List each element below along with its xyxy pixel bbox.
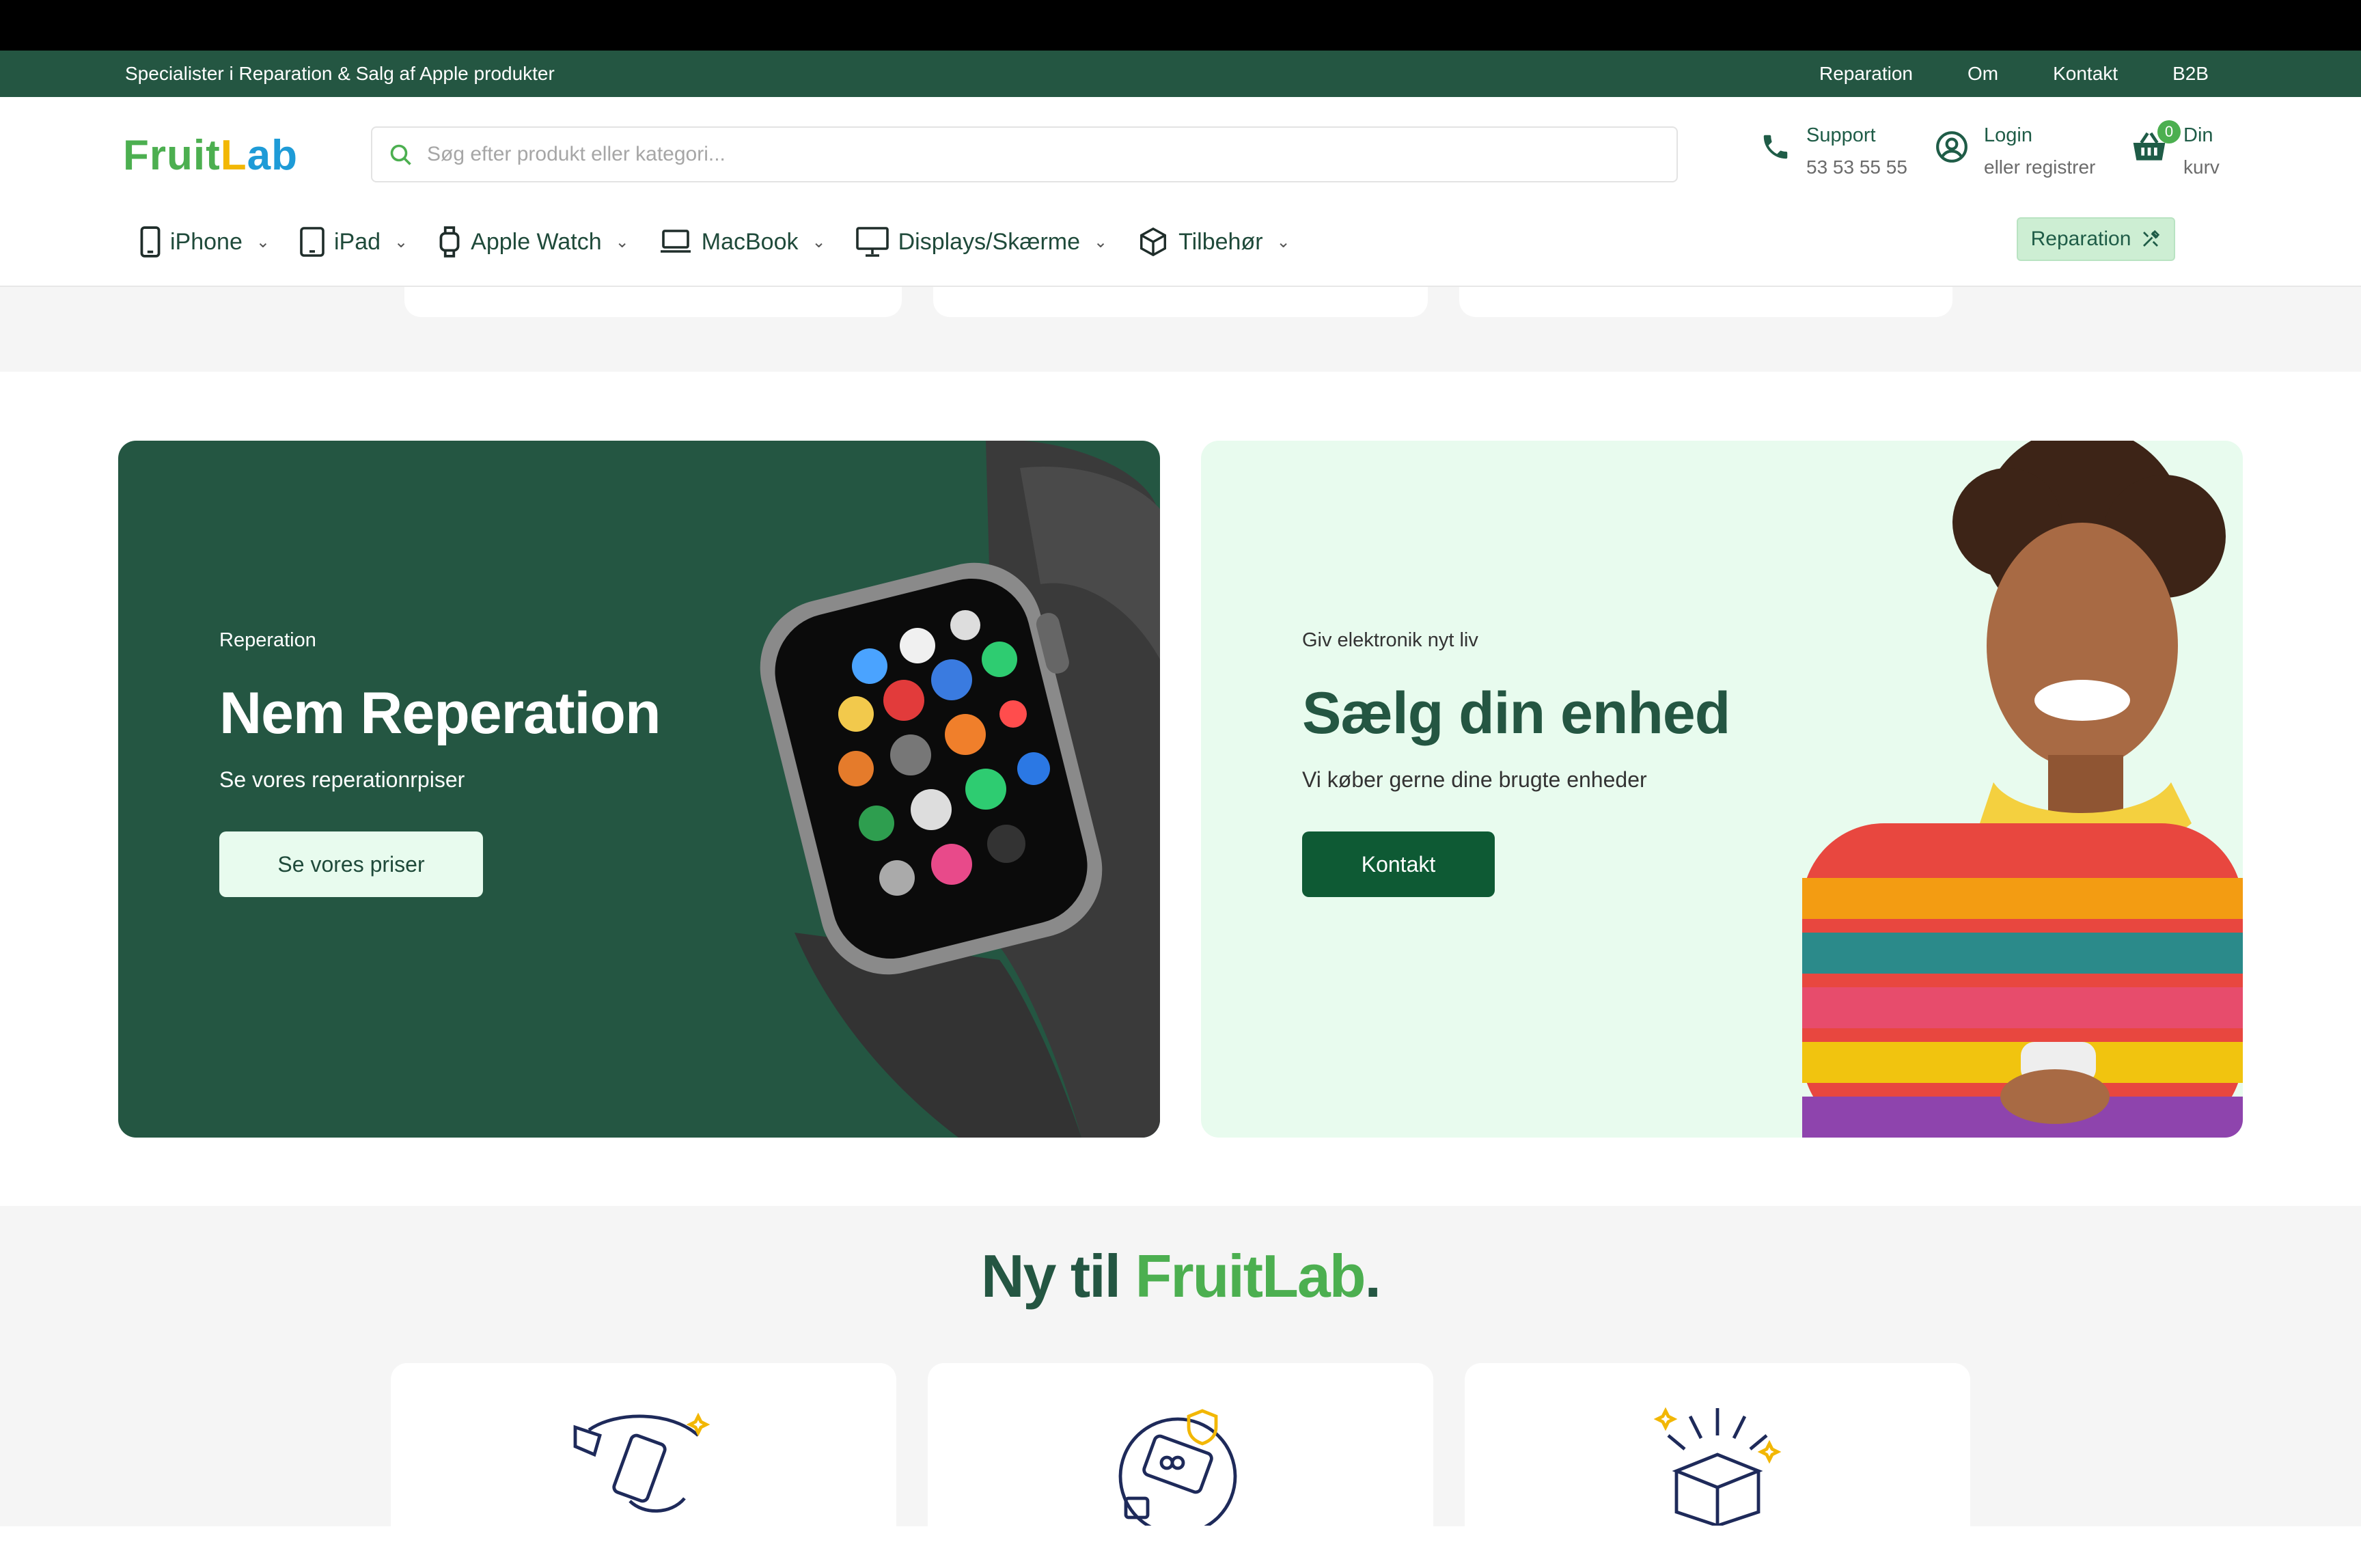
laptop-icon [660,230,691,253]
nav-label: Apple Watch [471,228,602,255]
woman-with-phone-image [1802,441,2243,1138]
cart-label-2: kurv [2183,156,2220,178]
nav-item-apple-watch[interactable]: Apple Watch ⌄ [438,226,629,258]
feature-card [391,1363,896,1568]
watch-icon [439,226,460,258]
secure-payment-icon [1118,1409,1237,1526]
sell-banner: Giv elektronik nyt liv Sælg din enhed Vi… [1201,441,2243,1138]
nav-label: iPhone [170,228,243,255]
new-to-section: Ny til FruitLab. [0,1206,2361,1568]
banner-subtitle: Vi køber gerne dine brugte enheder [1302,767,1647,792]
cart-block[interactable]: 0 Din kurv [2130,120,2220,178]
support-phone: 53 53 55 55 [1806,156,1907,178]
shopping-hand-icon [573,1412,710,1513]
top-link-b2b[interactable]: B2B [2172,63,2209,85]
nav-item-iphone[interactable]: iPhone ⌄ [140,226,270,258]
previous-card [1459,287,1952,317]
section-title: Ny til FruitLab. [980,1242,1381,1310]
banner-title: Sælg din enhed [1302,680,1730,746]
monitor-icon [855,227,889,257]
site-header: FruitLab Support 53 53 55 55 Login eller… [0,97,2361,287]
tools-icon [2143,230,2160,247]
previous-card [933,287,1428,317]
repair-banner: Reperation Nem Reperation Se vores reper… [118,441,1160,1138]
repair-button-label: Reparation [2030,228,2131,250]
nav-label: Tilbehør [1178,228,1263,255]
see-prices-button[interactable]: Se vores priser [219,831,483,897]
banner-subtitle: Se vores reperationrpiser [219,767,465,792]
apple-watch-image [760,441,1160,1138]
nav-item-tilbehor[interactable]: Tilbehør ⌄ [1137,226,1290,258]
search-input[interactable] [427,136,1657,173]
iphone-icon [140,226,161,258]
nav-label: iPad [333,228,381,255]
feature-card [1465,1363,1970,1568]
top-links: Reparation Om Kontakt B2B [1819,63,2209,85]
chevron-down-icon: ⌄ [812,232,826,251]
phone-icon [1763,135,1788,159]
banner-kicker: Giv elektronik nyt liv [1302,629,1478,651]
logo[interactable]: FruitLab [123,131,298,180]
nav-item-ipad[interactable]: iPad ⌄ [300,227,408,257]
ipad-icon [300,227,325,257]
cart-icon-wrap: 0 [2130,120,2181,163]
login-block[interactable]: Login eller registrer [1935,124,2095,178]
repair-button[interactable]: Reparation [2017,217,2175,261]
support-label: Support [1806,124,1876,146]
nav-label: Displays/Skærme [898,228,1080,255]
chevron-down-icon: ⌄ [256,232,270,251]
box-icon [1140,227,1167,257]
support-block[interactable]: Support 53 53 55 55 [1760,124,1907,178]
nav-label: MacBook [701,228,799,255]
contact-button[interactable]: Kontakt [1302,831,1495,897]
open-box-icon [1653,1407,1782,1526]
user-icon [1936,131,1968,163]
feature-card [928,1363,1433,1568]
top-link-om[interactable]: Om [1968,63,1998,85]
chevron-down-icon: ⌄ [1276,232,1290,251]
os-menu-bar [0,0,2361,51]
search-icon [390,144,411,165]
previous-card [404,287,902,317]
chevron-down-icon: ⌄ [394,232,409,251]
cart-label-1: Din [2183,124,2213,146]
banner-title: Nem Reperation [219,680,661,746]
login-label: Login [1984,124,2032,146]
main-nav: iPhone ⌄ iPad ⌄ Apple Watch ⌄ MacBook ⌄ Disp… [140,220,1321,264]
banner-kicker: Reperation [219,629,316,651]
top-link-kontakt[interactable]: Kontakt [2053,63,2118,85]
login-sub: eller registrer [1984,156,2096,178]
nav-item-displays[interactable]: Displays/Skærme ⌄ [855,226,1108,258]
tagline: Specialister i Reparation & Salg af Appl… [125,63,555,84]
nav-item-macbook[interactable]: MacBook ⌄ [659,228,826,256]
chevron-down-icon: ⌄ [615,232,629,251]
chevron-down-icon: ⌄ [1094,232,1108,251]
top-info-bar: Specialister i Reparation & Salg af Appl… [0,51,2361,97]
cart-count-badge: 0 [2157,120,2181,143]
search-box [371,126,1678,182]
top-link-reparation[interactable]: Reparation [1819,63,1913,85]
